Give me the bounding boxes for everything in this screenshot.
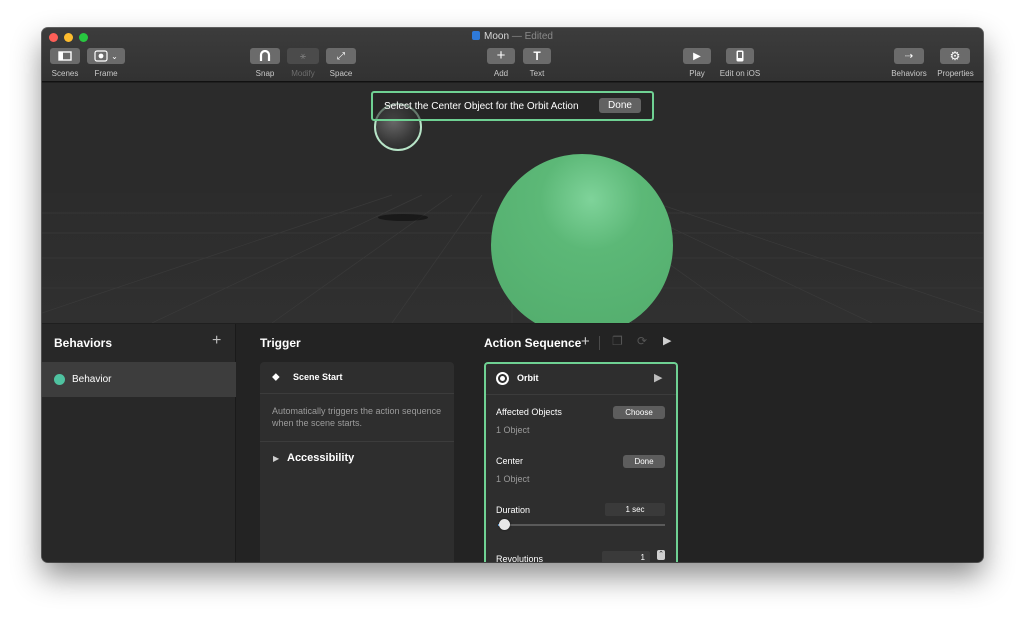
- selected-moon-object[interactable]: [491, 154, 673, 323]
- orbit-action-card[interactable]: Orbit ▶ Affected Objects Choose 1 Object…: [484, 362, 678, 562]
- phone-icon: [736, 50, 744, 62]
- frame-icon: [94, 50, 108, 62]
- snap-button[interactable]: [250, 48, 280, 64]
- revolutions-field[interactable]: 1: [602, 551, 650, 562]
- text-icon: T: [533, 49, 541, 63]
- scenes-button[interactable]: [50, 48, 80, 64]
- affected-objects-value: 1 Object: [496, 425, 530, 435]
- duration-slider-knob[interactable]: [499, 519, 511, 530]
- trigger-divider: [260, 441, 454, 442]
- loop-icon[interactable]: ⟳: [637, 334, 647, 348]
- behaviors-toggle-button[interactable]: ⇢: [894, 48, 924, 64]
- text-label: Text: [529, 69, 545, 78]
- action-toolbar-divider: [599, 336, 600, 350]
- duplicate-icon[interactable]: ❐: [612, 334, 623, 348]
- trigger-description: Automatically triggers the action sequen…: [272, 406, 442, 428]
- choose-button[interactable]: Choose: [613, 406, 665, 419]
- revolutions-stepper[interactable]: ⌃: [657, 550, 665, 560]
- document-icon: [472, 31, 481, 40]
- modify-label: Modify: [291, 69, 315, 78]
- gear-icon: ⚙: [949, 49, 961, 63]
- orbit-icon: [496, 372, 509, 385]
- space-icon: ⤢: [337, 50, 345, 62]
- behavior-color-dot: [54, 374, 65, 385]
- action-card-divider: [486, 394, 676, 395]
- frame-button[interactable]: ⌄: [87, 48, 125, 64]
- play-button[interactable]: ▶: [683, 48, 711, 64]
- snap-label: Snap: [255, 69, 275, 78]
- play-sequence-icon[interactable]: ▶: [663, 334, 671, 347]
- trigger-card[interactable]: ⬥ Scene Start Automatically triggers the…: [260, 362, 454, 562]
- behaviors-panel-title: Behaviors: [54, 336, 113, 350]
- prompt-done-button[interactable]: Done: [599, 98, 641, 113]
- trigger-panel-title: Trigger: [260, 336, 301, 350]
- center-value: 1 Object: [496, 474, 530, 484]
- revolutions-label: Revolutions: [496, 554, 544, 562]
- orbit-center-prompt-text: Select the Center Object for the Orbit A…: [384, 101, 579, 112]
- add-button[interactable]: +: [487, 48, 515, 64]
- properties-toggle-button[interactable]: ⚙: [940, 48, 970, 64]
- behaviors-toggle-label: Behaviors: [891, 69, 927, 78]
- magnet-icon: [259, 50, 271, 61]
- action-name: Orbit: [517, 373, 539, 383]
- toolbar: Moon — Edited Scenes ⌄ Frame Snap ⚹ Modi…: [42, 28, 983, 82]
- app-window: Moon — Edited Scenes ⌄ Frame Snap ⚹ Modi…: [42, 28, 983, 562]
- plus-icon: +: [496, 47, 506, 64]
- edit-on-ios-label: Edit on iOS: [719, 69, 761, 78]
- play-action-icon[interactable]: ▶: [654, 371, 662, 384]
- small-moon-shadow: [378, 214, 428, 221]
- window-title: Moon — Edited: [42, 31, 983, 42]
- action-sequence-title: Action Sequence: [484, 336, 582, 350]
- chevron-down-icon: ⌄: [111, 51, 118, 61]
- behaviors-panel: Behaviors + Behavior: [42, 324, 236, 562]
- trigger-card-header: ⬥ Scene Start: [260, 362, 454, 394]
- duration-slider-track[interactable]: [498, 524, 665, 526]
- add-action-button[interactable]: +: [581, 333, 590, 350]
- accessibility-disclosure[interactable]: Accessibility: [287, 452, 354, 464]
- affected-objects-label: Affected Objects: [496, 407, 562, 417]
- properties-toggle-label: Properties: [937, 69, 974, 78]
- scenes-icon: [58, 51, 72, 61]
- trigger-name: Scene Start: [293, 372, 343, 382]
- modify-icon: ⚹: [300, 50, 306, 62]
- play-icon: ▶: [693, 50, 701, 62]
- space-label: Space: [329, 69, 353, 78]
- center-done-button[interactable]: Done: [623, 455, 665, 468]
- space-button[interactable]: ⤢: [326, 48, 356, 64]
- play-label: Play: [689, 69, 705, 78]
- duration-label: Duration: [496, 505, 531, 515]
- frame-label: Frame: [94, 69, 118, 78]
- modify-button[interactable]: ⚹: [287, 48, 319, 64]
- behaviors-icon: ⇢: [904, 50, 914, 62]
- orbit-center-prompt: Select the Center Object for the Orbit A…: [371, 91, 654, 121]
- add-label: Add: [493, 69, 509, 78]
- scene-viewport[interactable]: Select the Center Object for the Orbit A…: [42, 83, 983, 323]
- scenes-label: Scenes: [51, 69, 79, 78]
- scene-start-icon: ⬥: [272, 371, 280, 383]
- behavior-editor: Behaviors + Behavior Trigger ⬥ Scene Sta…: [42, 324, 983, 562]
- edit-on-ios-button[interactable]: [726, 48, 754, 64]
- disclosure-triangle-icon[interactable]: ▶: [273, 454, 279, 463]
- behavior-list-item-label: Behavior: [72, 374, 112, 385]
- center-label: Center: [496, 456, 524, 466]
- behavior-list-item[interactable]: Behavior: [42, 362, 236, 397]
- window-title-text: Moon: [484, 31, 510, 42]
- window-edited-status: — Edited: [511, 31, 553, 42]
- add-behavior-button[interactable]: +: [212, 332, 221, 350]
- text-button[interactable]: T: [523, 48, 551, 64]
- duration-field[interactable]: 1 sec: [605, 503, 665, 516]
